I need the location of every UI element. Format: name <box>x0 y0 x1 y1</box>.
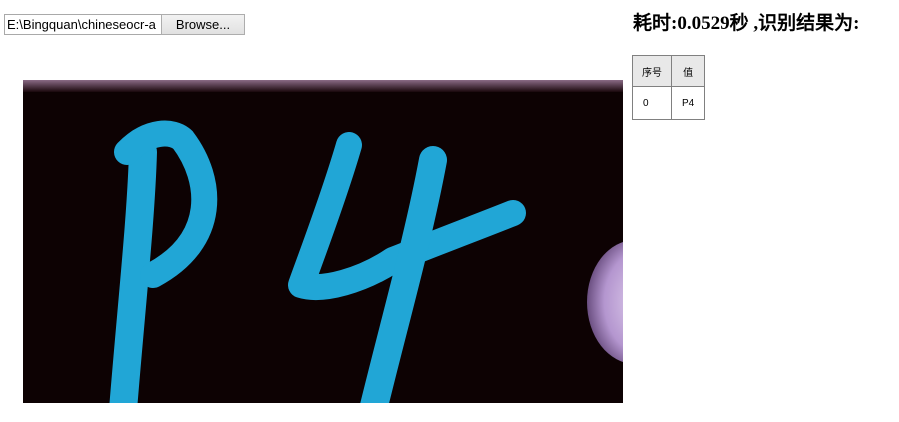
column-header-index: 序号 <box>632 55 672 87</box>
file-upload-control[interactable]: E:\Bingquan\chineseocr-a Browse... <box>4 14 245 35</box>
column-header-value: 值 <box>670 55 706 87</box>
table-header-row: 序号 值 <box>632 55 706 87</box>
result-table: 序号 值 0 P4 <box>632 55 706 120</box>
result-title: 耗时:0.0529秒 ,识别结果为: <box>633 13 860 34</box>
image-top-band <box>23 80 623 92</box>
browse-button[interactable]: Browse... <box>161 14 245 35</box>
ocr-demo-page: E:\Bingquan\chineseocr-a Browse... 耗时:0.… <box>0 0 899 422</box>
table-row: 0 P4 <box>632 86 706 120</box>
cell-value: P4 <box>670 86 706 120</box>
cell-index: 0 <box>632 86 672 120</box>
uploaded-image <box>23 80 623 403</box>
file-path-field[interactable]: E:\Bingquan\chineseocr-a <box>4 14 161 35</box>
